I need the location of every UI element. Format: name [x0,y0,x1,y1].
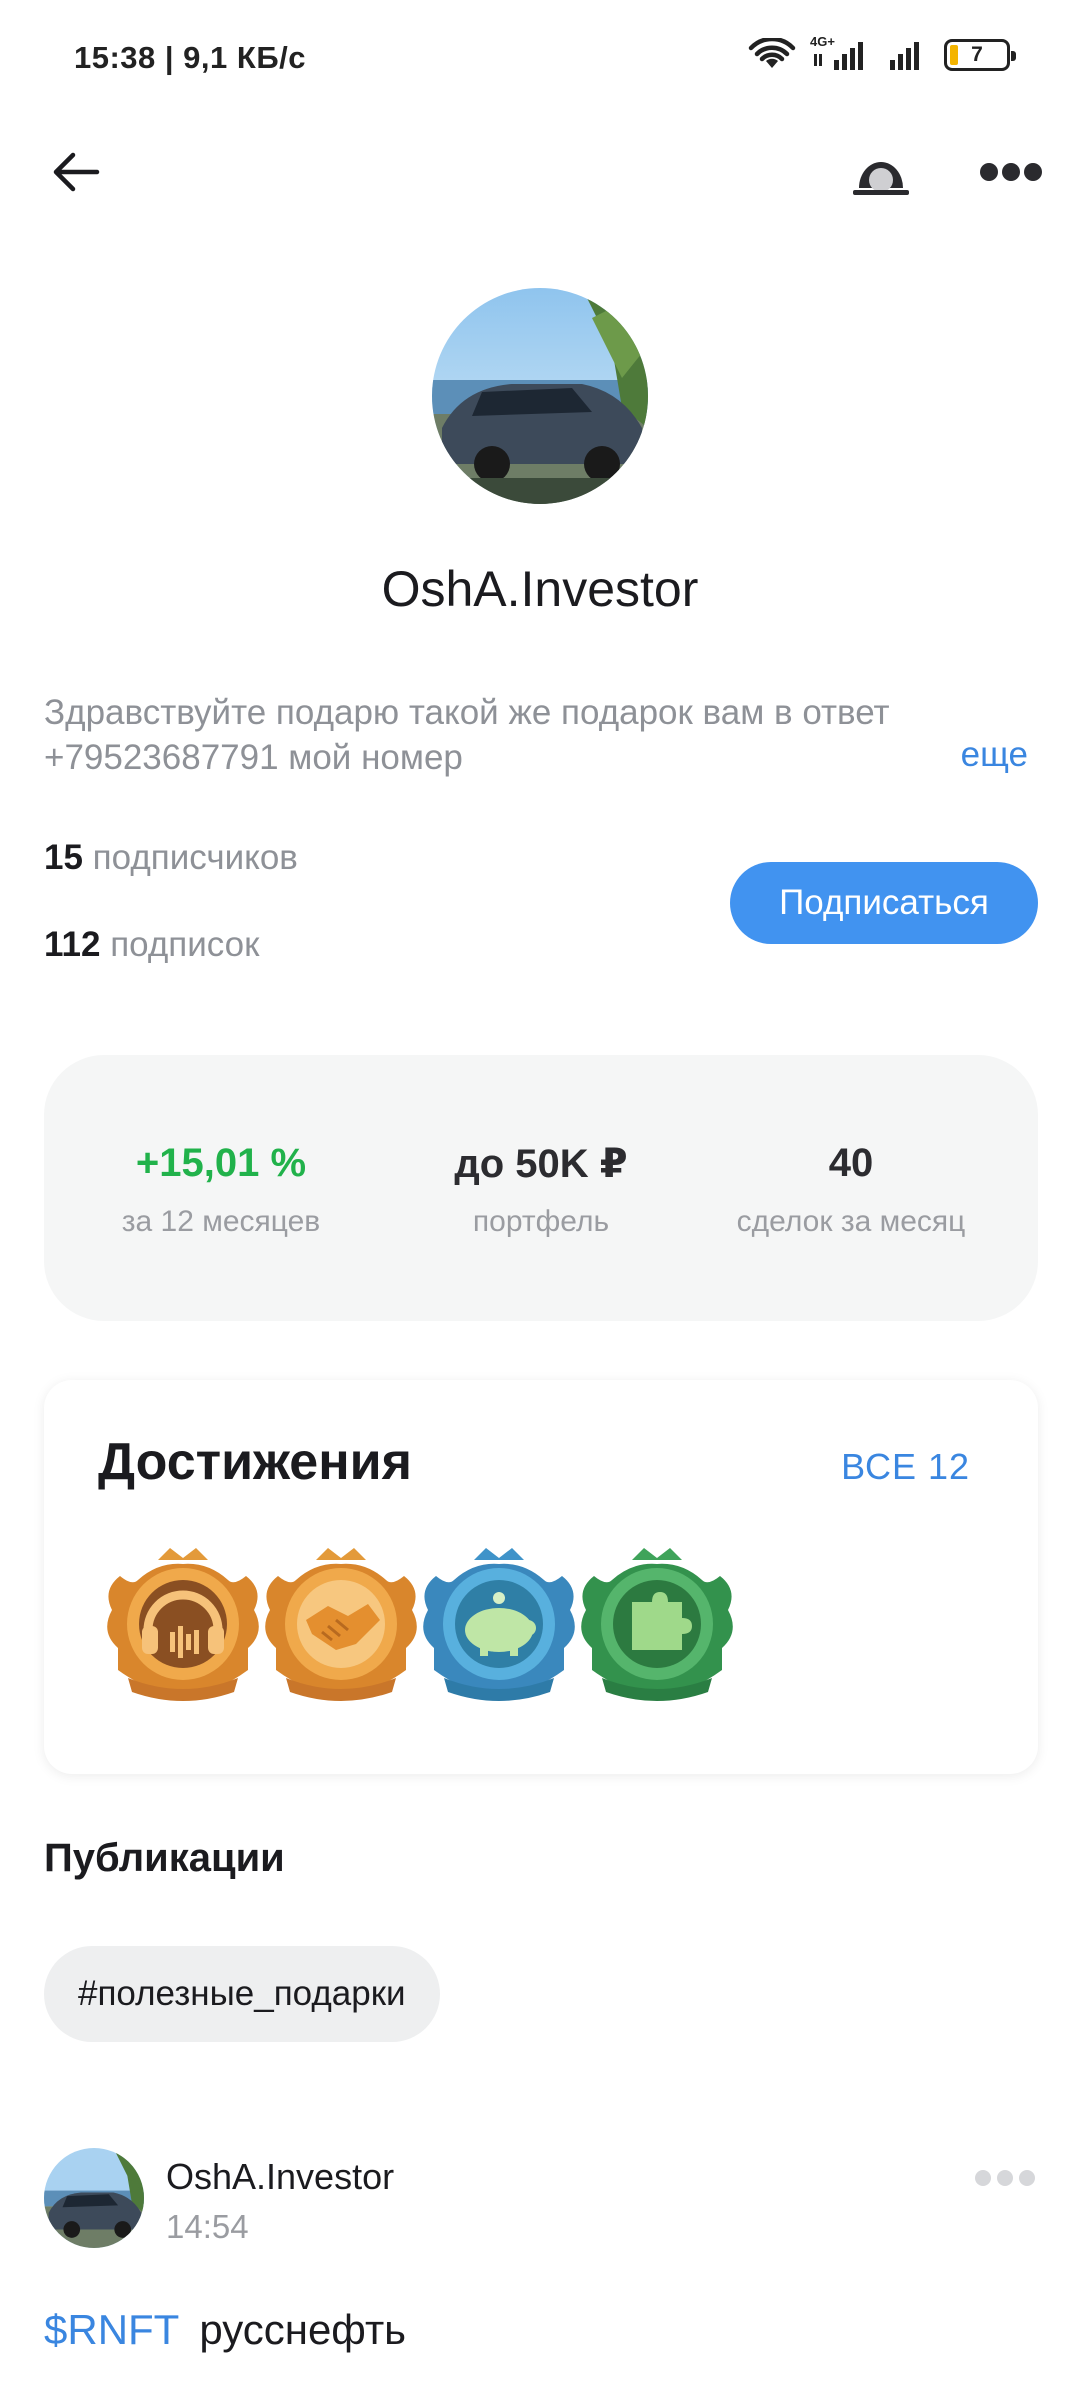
incognito-icon [853,162,909,195]
puzzle-badge-icon[interactable] [572,1540,742,1710]
handshake-badge-icon[interactable] [256,1540,426,1710]
subscribe-button[interactable]: Подписаться [730,862,1038,944]
followers-count: 15 [44,838,83,877]
stat-portfolio: до 50K ₽ портфель [376,1141,706,1239]
status-time: 15:38 | 9,1 КБ/с [74,40,306,75]
achievements-all-link[interactable]: ВСЕ 12 [841,1446,970,1488]
profile-bio: Здравствуйте подарю такой же подарок вам… [44,693,890,777]
more-dots-icon [975,2170,1035,2186]
post-author-name[interactable]: OshA.Investor [166,2156,394,2198]
headphones-badge-icon[interactable] [98,1540,268,1710]
stat-yield-label: за 12 месяцев [121,1205,321,1238]
following-count: 112 [44,925,101,964]
back-button[interactable] [44,140,108,204]
stat-trades: 40 сделок за месяц [686,1141,1016,1239]
wifi-icon [748,38,796,68]
post-time: 14:54 [166,2208,249,2245]
battery-level: 7 [971,43,983,66]
stat-trades-value: 40 [828,1141,874,1185]
more-dots-icon [980,163,1042,181]
stat-yield-value: +15,01 % [135,1141,307,1185]
following-link[interactable]: 112 подписок [44,925,259,965]
app-bar [0,120,1080,220]
followers-label: подписчиков [92,838,298,877]
stat-portfolio-label: портфель [472,1205,610,1238]
post-author-avatar[interactable] [44,2148,144,2248]
status-icons: 4G+ 7 [748,34,1016,72]
stats-card: +15,01 % за 12 месяцев до 50K ₽ портфель… [44,1055,1038,1321]
post-text: $RNFT русснефть [44,2306,406,2354]
profile-name: OshA.Investor [381,561,699,617]
signal-4g-icon: 4G+ [810,34,872,72]
more-button[interactable] [976,142,1046,202]
signal-icon [890,42,919,70]
piggy-bank-badge-icon[interactable] [414,1540,584,1710]
stat-portfolio-value: до 50K ₽ [454,1142,628,1186]
post-ticker-link[interactable]: $RNFT [44,2306,179,2353]
status-bar: 15:38 | 9,1 КБ/с 4G+ 7 [0,0,1080,120]
following-label: подписок [110,925,260,964]
achievements-title: Достижения [98,1433,412,1491]
arrow-left-icon [53,152,100,192]
incognito-button[interactable] [848,142,914,202]
profile-avatar[interactable] [432,288,648,504]
post-more-button[interactable] [970,2158,1040,2198]
achievements-card: Достижения ВСЕ 12 [44,1380,1038,1774]
battery-icon: 7 [944,39,1016,71]
post-body: русснефть [199,2306,407,2353]
stat-yield: +15,01 % за 12 месяцев [56,1141,386,1239]
followers-link[interactable]: 15 подписчиков [44,838,298,878]
bio-more-link[interactable]: еще [961,735,1028,775]
tag-chip[interactable]: #полезные_подарки [44,1946,440,2042]
publications-title: Публикации [44,1836,285,1880]
stat-trades-label: сделок за месяц [736,1205,966,1238]
